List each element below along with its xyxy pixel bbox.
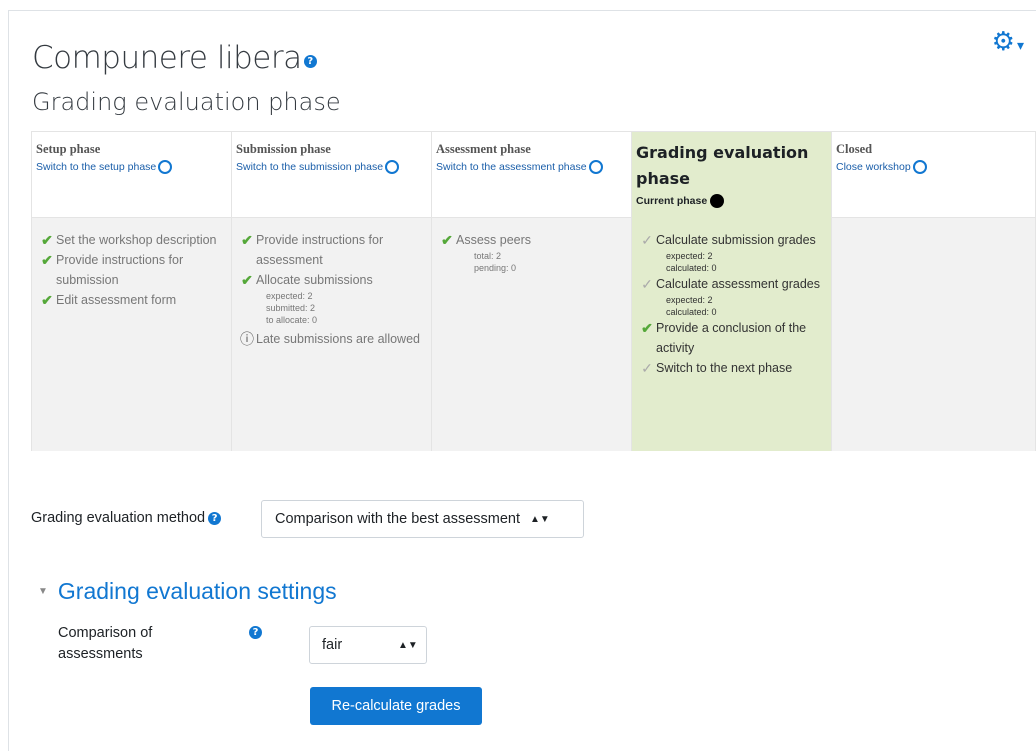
phase-name: Setup phase (36, 142, 101, 156)
phase-name: Assessment phase (436, 142, 531, 156)
task-item: ⓘ Late submissions are allowed (240, 331, 420, 347)
chevron-down-icon: ▾ (1016, 37, 1024, 53)
question-circle-icon[interactable]: ? (249, 626, 262, 639)
comparison-label: Comparison of assessments (58, 625, 153, 662)
page-title: Compunere libera? (32, 40, 317, 76)
gear-icon: ⚙ (991, 26, 1015, 56)
task-item: ✔ Set the workshop description (38, 230, 225, 250)
recalculate-grades-button[interactable]: Re-calculate grades (310, 687, 482, 725)
task-item: ✔ Provide a conclusion of the activity (638, 318, 825, 358)
switch-phase-link[interactable]: Switch to the assessment phase (436, 160, 627, 174)
check-icon: ✔ (41, 232, 53, 248)
task-item: ✓ Calculate assessment grades (638, 274, 825, 294)
phase-assessment: Assessment phase Switch to the assessmen… (431, 131, 632, 451)
phase-heading: Grading evaluation phase (32, 88, 341, 116)
switch-phase-link[interactable]: Switch to the setup phase (36, 160, 227, 174)
filled-circle-icon (710, 194, 725, 208)
task-detail: to allocate: 0 (266, 315, 318, 325)
phase-submission: Submission phase Switch to the submissio… (231, 131, 432, 451)
task-detail: expected: 2 (666, 251, 713, 261)
phase-closed: Closed Close workshop (831, 131, 1036, 451)
select-arrows-icon: ▲▼ (530, 513, 550, 525)
task-detail: expected: 2 (666, 295, 713, 305)
switch-phase-link[interactable]: Switch to the submission phase (236, 160, 427, 174)
close-workshop-link[interactable]: Close workshop (836, 160, 1031, 174)
circle-icon (588, 160, 603, 174)
dashed-check-icon: ✓ (641, 232, 653, 248)
grading-method-label: Grading evaluation method? (31, 510, 222, 526)
grading-method-select[interactable]: Comparison with the best assessment ▲▼ (261, 500, 584, 538)
current-phase-indicator: Current phase (636, 194, 827, 208)
task-item: ✔ Assess peers (438, 230, 625, 250)
task-item: ✓ Calculate submission grades (638, 230, 825, 250)
collapse-triangle-icon: ▼ (38, 586, 48, 597)
task-detail: submitted: 2 (266, 303, 316, 313)
circle-icon (385, 160, 400, 174)
check-icon: ✔ (241, 272, 253, 288)
check-icon: ✔ (41, 292, 53, 308)
dashed-check-icon: ✓ (641, 360, 653, 376)
phase-setup: Setup phase Switch to the setup phase ✔ S… (31, 131, 232, 451)
task-detail: calculated: 0 (666, 263, 717, 273)
grading-settings-section-toggle[interactable]: ▼ Grading evaluation settings (38, 578, 337, 605)
settings-menu[interactable]: ⚙ ▾ (992, 28, 1024, 58)
task-item: ✔ Edit assessment form (38, 290, 225, 310)
check-icon: ✔ (641, 320, 653, 336)
phase-grading-evaluation: Grading evaluation phase Current phase ✓… (631, 131, 832, 451)
select-arrows-icon: ▲▼ (398, 639, 418, 651)
task-detail: calculated: 0 (666, 307, 717, 317)
dashed-check-icon: ✓ (641, 276, 653, 292)
task-detail: total: 2 (474, 251, 502, 261)
task-detail: expected: 2 (266, 291, 313, 301)
task-item: ✓ Switch to the next phase (638, 358, 825, 378)
task-item: ✔ Provide instructions for submission (38, 250, 225, 290)
phase-name: Closed (836, 142, 873, 156)
check-icon: ✔ (41, 252, 53, 268)
phase-name: Grading evaluation phase (636, 143, 809, 188)
info-circle-icon: ⓘ (240, 331, 254, 347)
circle-icon (912, 160, 927, 174)
circle-icon (158, 160, 173, 174)
question-circle-icon[interactable]: ? (208, 511, 222, 525)
check-icon: ✔ (441, 232, 453, 248)
check-icon: ✔ (241, 232, 253, 248)
phase-planner: Setup phase Switch to the setup phase ✔ S… (31, 131, 1036, 451)
task-item: ✔ Provide instructions for assessment (238, 230, 425, 270)
task-item: ✔ Allocate submissions (238, 270, 425, 290)
task-detail: pending: 0 (474, 263, 517, 273)
question-circle-icon[interactable]: ? (303, 55, 317, 68)
comparison-select[interactable]: fair ▲▼ (309, 626, 427, 664)
phase-name: Submission phase (236, 142, 331, 156)
